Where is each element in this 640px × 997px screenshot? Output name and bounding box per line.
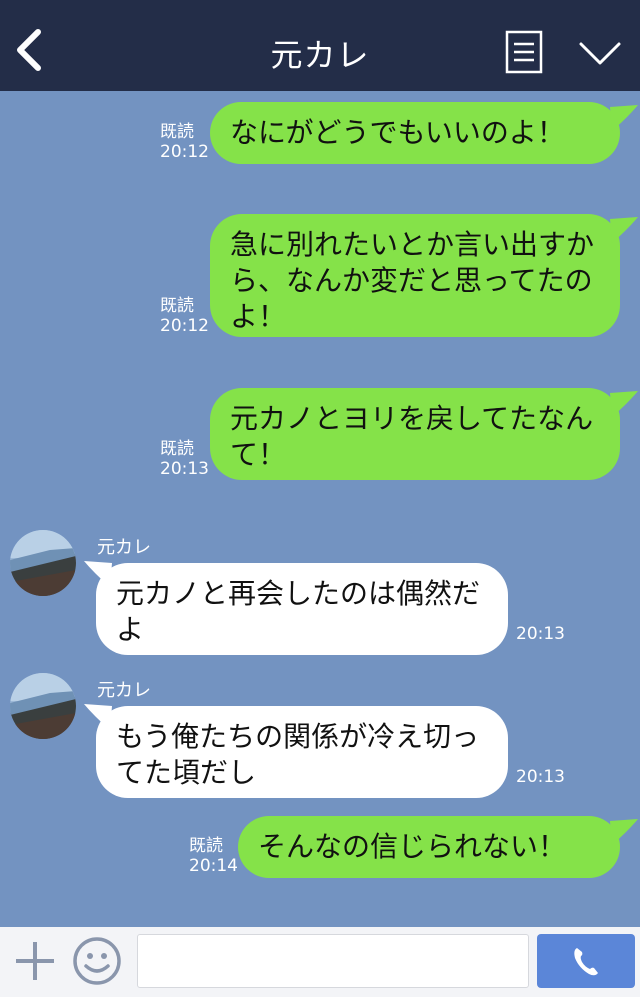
add-button[interactable] [12,938,58,984]
timestamp: 20:13 [160,459,209,479]
menu-button[interactable] [505,30,543,74]
message-meta: 既読 20:13 [160,439,209,479]
phone-icon [574,948,598,976]
message-text: なにがどうでもいいのよ！ [230,116,565,149]
bubble-tail [610,217,638,243]
read-receipt: 既読 [160,296,194,316]
chat-title: 元カレ [270,36,370,74]
bubble-tail [610,105,638,131]
timestamp: 20:13 [516,767,565,787]
read-receipt: 既読 [160,122,194,142]
received-message-bubble[interactable]: もう俺たちの関係が冷え切ってた頃だし [96,706,508,798]
plus-icon [16,942,54,980]
sent-message-bubble[interactable]: 急に別れたいとか言い出すから、なんか変だと思ってたのよ！ [210,214,620,337]
read-receipt: 既読 [189,836,223,856]
emoji-button[interactable] [72,936,122,986]
call-button[interactable] [537,934,635,988]
message-list[interactable]: 既読 20:12 なにがどうでもいいのよ！ 既読 20:12 急に別れたいとか言… [0,91,640,927]
avatar[interactable] [10,530,76,596]
chevron-down-icon [579,42,621,65]
message-meta: 既読 20:12 [160,296,209,336]
message-text: 急に別れたいとか言い出すから、なんか変だと思ってたのよ！ [230,228,595,333]
message-text: 元カノとヨリを戻してたなんて！ [230,402,594,471]
bubble-tail [610,391,638,417]
sent-message-bubble[interactable]: そんなの信じられない！ [238,816,620,878]
sender-name: 元カレ [97,680,151,701]
timestamp: 20:13 [516,624,565,644]
received-message-bubble[interactable]: 元カノと再会したのは偶然だよ [96,563,508,655]
message-meta: 既読 20:14 [189,836,238,876]
sent-message-bubble[interactable]: 元カノとヨリを戻してたなんて！ [210,388,620,480]
message-text: 元カノと再会したのは偶然だよ [116,577,481,646]
message-text: もう俺たちの関係が冷え切ってた頃だし [116,720,480,789]
menu-icon [505,30,543,74]
read-receipt: 既読 [160,439,194,459]
chat-header: 元カレ [0,0,640,91]
emoji-icon [73,937,121,985]
sender-name: 元カレ [97,537,151,558]
avatar[interactable] [10,673,76,739]
message-meta: 既読 20:12 [160,122,209,162]
avatar-photo [10,530,76,596]
timestamp: 20:12 [160,142,209,162]
sent-message-bubble[interactable]: なにがどうでもいいのよ！ [210,102,620,164]
collapse-button[interactable] [578,38,622,68]
message-text: そんなの信じられない！ [258,830,567,863]
bubble-tail [610,819,638,845]
message-input[interactable] [137,934,529,988]
timestamp: 20:14 [189,856,238,876]
timestamp: 20:12 [160,316,209,336]
avatar-photo [10,673,76,739]
